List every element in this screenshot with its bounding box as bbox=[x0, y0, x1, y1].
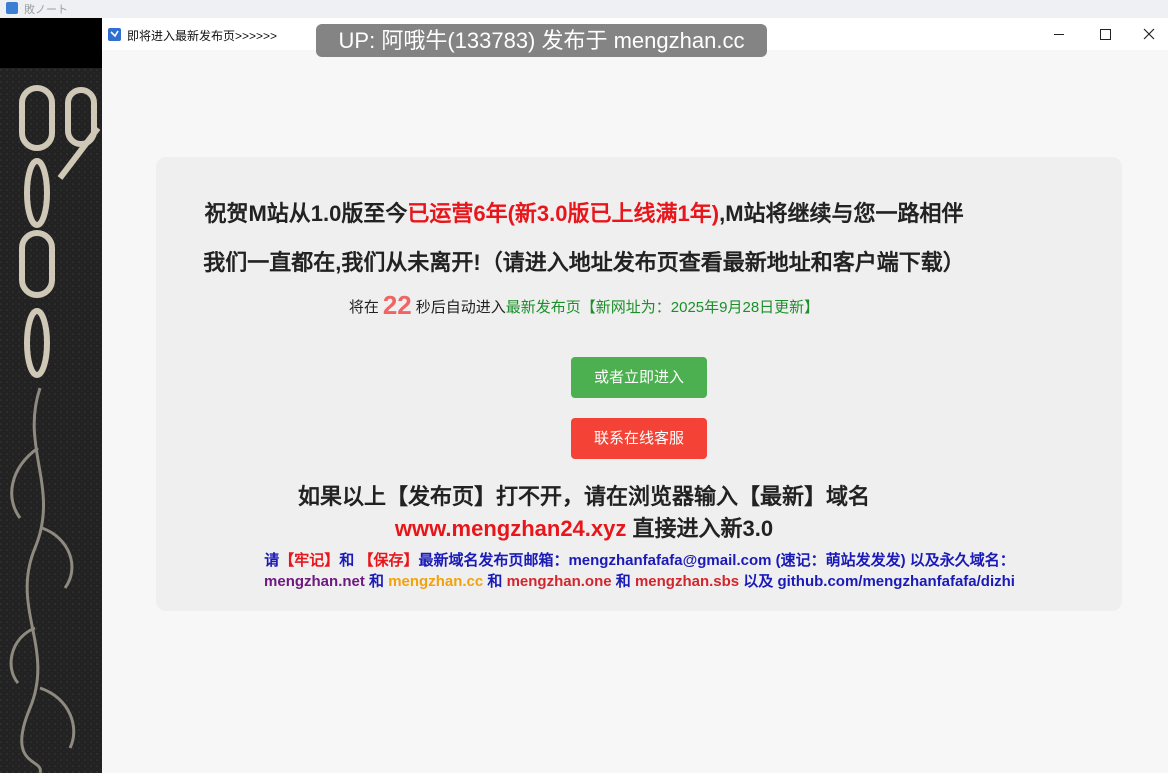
note-please: 请 bbox=[264, 552, 280, 569]
fallback-domain-line: www.mengzhan24.xyz 直接进入新3.0 bbox=[0, 511, 1168, 543]
subheadline: 我们一直都在,我们从未离开!（请进入地址发布页查看最新地址和客户端下载） bbox=[203, 250, 965, 275]
window-title: 即将进入最新发布页>>>>>> bbox=[127, 29, 278, 43]
headline-highlight: 已运营6年(新3.0版已上线满1年) bbox=[407, 201, 720, 226]
domain-separator: 和 bbox=[611, 573, 635, 590]
latest-release-link[interactable]: 最新发布页【新网址为：2025年9月28日更新】 bbox=[506, 299, 819, 316]
chain-artwork bbox=[0, 68, 102, 773]
domain-net-link[interactable]: mengzhan.net bbox=[264, 573, 365, 590]
note-and: 和 bbox=[339, 552, 355, 569]
note-email-text: 最新域名发布页邮箱：mengzhanfafafa@gmail.com (速记：萌… bbox=[418, 552, 1015, 569]
maximize-button[interactable] bbox=[1082, 18, 1128, 50]
background-black-panel bbox=[0, 18, 102, 68]
note-save: 【保存】 bbox=[358, 552, 419, 569]
app-icon bbox=[6, 2, 18, 14]
uploader-watermark: UP: 阿哦牛(133783) 发布于 mengzhan.cc bbox=[316, 24, 767, 57]
domain-cc-link[interactable]: mengzhan.cc bbox=[388, 573, 483, 590]
fallback-suffix: 直接进入新3.0 bbox=[626, 516, 774, 541]
window-app-icon bbox=[108, 28, 121, 41]
background-window-title: 敗ノート bbox=[24, 4, 68, 16]
headline-suffix: ,M站将继续与您一路相伴 bbox=[719, 201, 964, 226]
fallback-domain-link[interactable]: www.mengzhan24.xyz bbox=[395, 516, 626, 541]
background-window-titlebar: 敗ノート bbox=[0, 0, 1168, 19]
permanent-domains: mengzhan.net 和 mengzhan.cc 和 mengzhan.on… bbox=[0, 570, 1168, 591]
domain-one-link[interactable]: mengzhan.one bbox=[507, 573, 612, 590]
enter-now-button[interactable]: 或者立即进入 bbox=[571, 357, 707, 398]
countdown-seconds: 22 bbox=[382, 290, 412, 320]
chain-illustration bbox=[0, 68, 102, 773]
domain-separator: 和 bbox=[483, 573, 507, 590]
domain-sbs-link[interactable]: mengzhan.sbs bbox=[635, 573, 739, 590]
countdown-middle: 秒后自动进入 bbox=[415, 299, 506, 316]
contact-support-button[interactable]: 联系在线客服 bbox=[571, 418, 707, 459]
domain-separator: 以及 bbox=[739, 573, 778, 590]
domain-separator: 和 bbox=[364, 573, 389, 590]
minimize-button[interactable] bbox=[1036, 18, 1082, 50]
fallback-instruction: 如果以上【发布页】打不开，请在浏览器输入【最新】域名 bbox=[297, 484, 870, 509]
anniversary-headline: 祝贺M站从1.0版至今已运营6年(新3.0版已上线满1年),M站将继续与您一路相… bbox=[0, 196, 1168, 228]
minimize-icon bbox=[1054, 33, 1064, 35]
headline-prefix: 祝贺M站从1.0版至今 bbox=[204, 201, 408, 226]
email-note: 请【牢记】和 【保存】最新域名发布页邮箱：mengzhanfafafa@gmai… bbox=[0, 549, 1168, 570]
maximize-icon bbox=[1099, 28, 1111, 40]
close-button[interactable] bbox=[1126, 18, 1168, 50]
github-link[interactable]: github.com/mengzhanfafafa/dizhi bbox=[777, 573, 1015, 590]
countdown-line: 将在 22 秒后自动进入最新发布页【新网址为：2025年9月28日更新】 bbox=[0, 290, 1168, 321]
close-icon bbox=[1143, 28, 1155, 40]
countdown-prefix: 将在 bbox=[348, 299, 379, 316]
note-remember: 【牢记】 bbox=[279, 552, 340, 569]
